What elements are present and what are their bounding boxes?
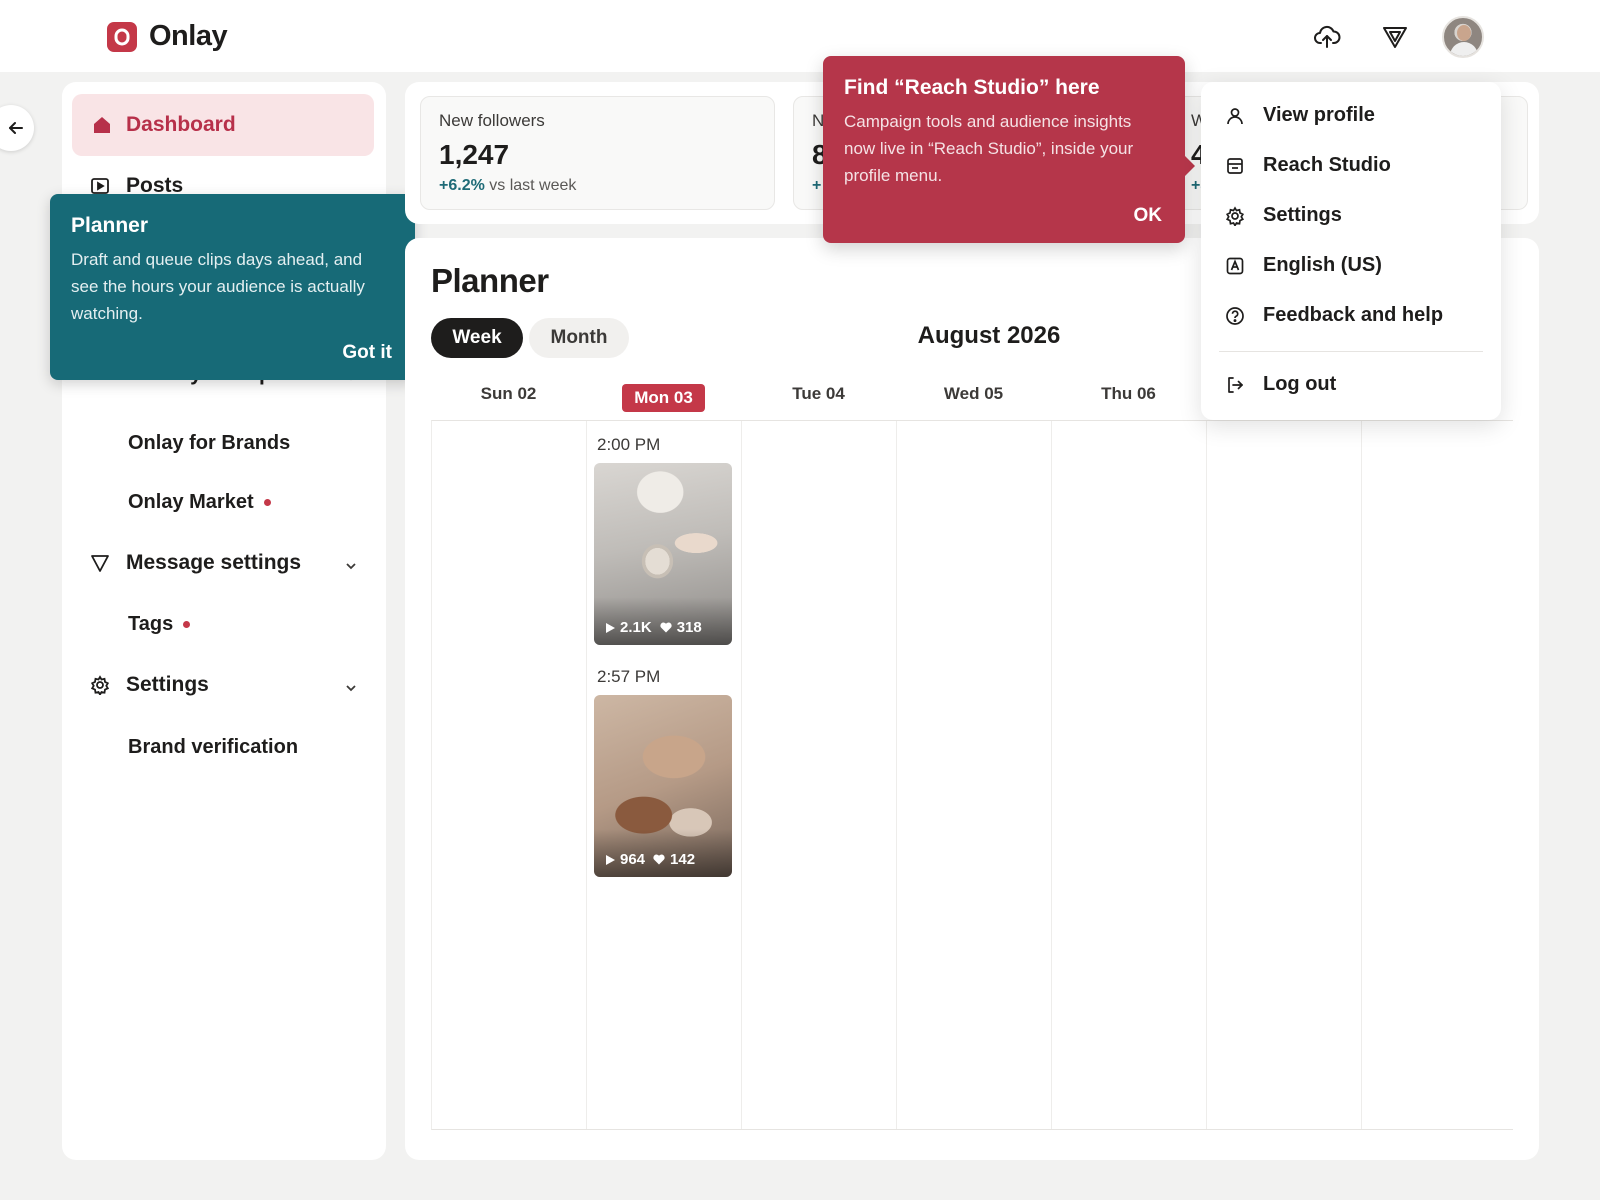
day-header-sun[interactable]: Sun 02 [431, 384, 586, 404]
play-icon [606, 854, 615, 865]
chevron-down-icon[interactable] [344, 559, 358, 573]
sidebar-item-label: Message settings [126, 551, 302, 574]
got-it-button[interactable]: Got it [342, 342, 392, 364]
arrow-left-icon [9, 122, 23, 134]
notification-dot [263, 499, 271, 506]
month-toggle[interactable]: Month [529, 318, 629, 358]
heart-icon [653, 854, 665, 865]
profile-menu: View profile Reach Studio Settings Engli… [1201, 82, 1501, 420]
collapse-back-button[interactable] [0, 105, 34, 151]
ok-button[interactable]: OK [1134, 205, 1163, 227]
top-bar: Onlay [0, 0, 1600, 72]
slot-time: 2:57 PM [597, 667, 661, 686]
planner-onboarding-tooltip: Planner Draft and queue clips days ahead… [50, 194, 425, 380]
gear-icon [1225, 205, 1245, 226]
brand-name: Onlay [149, 20, 228, 52]
sidebar-item-label: Dashboard [126, 113, 236, 136]
day-header-wed[interactable]: Wed 05 [896, 384, 1051, 404]
user-icon [1227, 107, 1243, 124]
filter-icon[interactable] [1380, 22, 1410, 52]
tooltip-title: Planner [71, 214, 149, 237]
filter-icon [91, 555, 109, 572]
notification-dot [183, 621, 191, 628]
chevron-down-icon[interactable] [344, 681, 358, 695]
sidebar-item-dashboard[interactable]: Dashboard [72, 94, 374, 156]
sidebar-item-tags[interactable]: Tags [128, 613, 191, 636]
storefront-icon [1227, 157, 1243, 174]
brand-logo-icon [107, 21, 137, 52]
tooltip-body: Draft and queue clips days ahead, and se… [71, 250, 365, 323]
sidebar-item-brand-verification[interactable]: Brand verification [128, 736, 298, 759]
menu-item-reach-studio[interactable]: Reach Studio [1225, 154, 1391, 177]
home-icon [94, 117, 110, 133]
brand-logo[interactable]: Onlay [107, 20, 228, 53]
month-label: August 2026 [917, 322, 1061, 349]
reach-studio-callout: Find “Reach Studio” here Campaign tools … [823, 56, 1195, 243]
sidebar-item-onlay-market[interactable]: Onlay Market [128, 491, 271, 514]
language-icon [1226, 257, 1244, 274]
menu-divider [1219, 351, 1483, 352]
tooltip-title: Find “Reach Studio” here [844, 76, 1100, 99]
tooltip-body: Campaign tools and audience insights now… [844, 112, 1134, 185]
scheduled-clip[interactable]: 964 142 [594, 695, 732, 877]
sidebar-item-label: Settings [126, 673, 209, 696]
week-grid[interactable]: 2:00 PM 2.1K 318 2:57 PM 964 142 [431, 420, 1513, 1130]
heart-icon [660, 622, 672, 633]
page-title: Planner [431, 262, 549, 299]
gear-icon [90, 675, 110, 695]
play-square-icon [91, 178, 109, 194]
week-toggle[interactable]: Week [431, 318, 523, 358]
day-header-thu[interactable]: Thu 06 [1051, 384, 1206, 404]
avatar[interactable] [1442, 16, 1484, 58]
stat-card-new-followers[interactable]: New followers 1,247 +6.2% vs last week [420, 96, 775, 210]
sidebar-item-message-settings[interactable]: Message settings [90, 551, 301, 575]
sidebar-item-onlay-for-brands[interactable]: Onlay for Brands [128, 432, 290, 455]
logout-icon [1228, 376, 1243, 393]
day-header-tue[interactable]: Tue 04 [741, 384, 896, 404]
sidebar-item-settings[interactable]: Settings [90, 673, 209, 697]
play-icon [606, 622, 615, 633]
menu-item-language[interactable]: English (US) [1225, 254, 1382, 277]
menu-item-view-profile[interactable]: View profile [1225, 104, 1375, 127]
upload-cloud-icon[interactable] [1312, 22, 1342, 52]
slot-time: 2:00 PM [597, 435, 661, 454]
day-header-mon-today[interactable]: Mon 03 [586, 384, 741, 412]
help-circle-icon [1226, 306, 1244, 325]
menu-item-log-out[interactable]: Log out [1225, 373, 1336, 396]
menu-item-settings[interactable]: Settings [1225, 204, 1342, 227]
menu-item-feedback-help[interactable]: Feedback and help [1225, 304, 1443, 327]
scheduled-clip[interactable]: 2.1K 318 [594, 463, 732, 645]
